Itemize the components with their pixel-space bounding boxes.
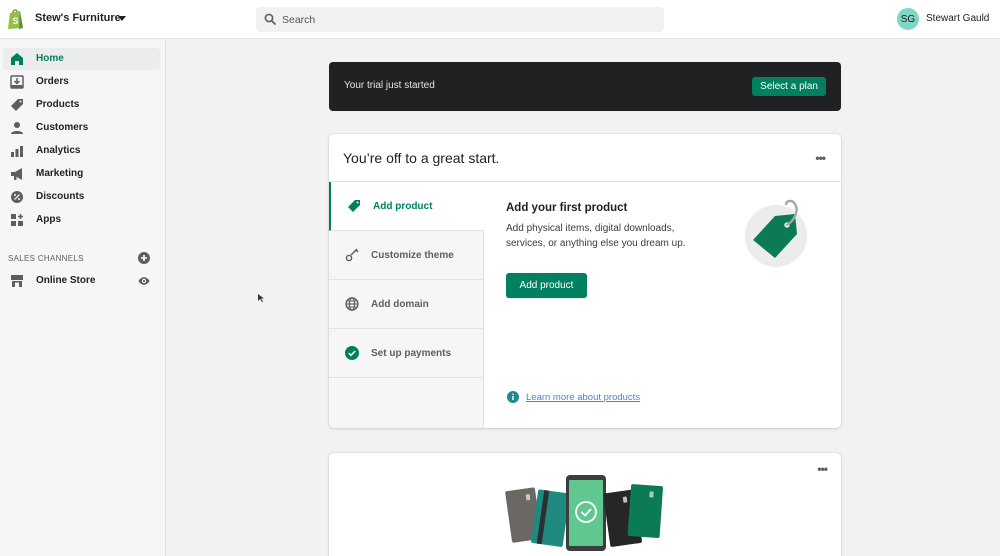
svg-text:S: S	[13, 16, 19, 26]
sidebar-item-label: Home	[36, 53, 64, 64]
sidebar-item-online-store[interactable]: Online Store	[3, 270, 160, 292]
select-plan-button[interactable]: Select a plan	[752, 77, 826, 96]
sales-channels-heading: SALES CHANNELS	[8, 254, 84, 263]
learn-more: Learn more about products	[507, 391, 640, 403]
search-input[interactable]	[282, 7, 652, 32]
learn-more-link[interactable]: Learn more about products	[526, 392, 640, 403]
sidebar-item-label: Online Store	[36, 275, 96, 286]
store-name[interactable]: Stew's Furniture	[35, 12, 121, 24]
mouse-cursor-icon	[258, 294, 264, 302]
add-sales-channel-icon[interactable]	[138, 252, 150, 264]
globe-icon	[345, 297, 359, 311]
step-label: Set up payments	[371, 348, 452, 359]
tag-icon	[348, 200, 360, 212]
sidebar-item-analytics[interactable]: Analytics	[3, 140, 160, 162]
person-icon	[11, 122, 23, 134]
bar-chart-icon	[11, 146, 23, 157]
sidebar-item-customers[interactable]: Customers	[3, 117, 160, 139]
step-set-up-payments[interactable]: Set up payments	[329, 329, 484, 378]
payment-cards-illustration	[505, 475, 663, 551]
sidebar-item-products[interactable]: Products	[3, 94, 160, 116]
more-actions-button[interactable]: •••	[815, 151, 826, 165]
trial-text: Your trial just started	[344, 80, 435, 91]
tag-icon	[11, 99, 23, 111]
add-product-button[interactable]: Add product	[506, 273, 587, 298]
sidebar-item-apps[interactable]: Apps	[3, 209, 160, 231]
info-icon	[507, 391, 519, 403]
search-icon	[264, 13, 276, 25]
step-label: Customize theme	[371, 250, 454, 261]
payments-card: •••	[329, 453, 841, 556]
search-bar[interactable]	[256, 7, 664, 32]
sidebar: Home Orders Products Customers Analytics…	[0, 40, 166, 556]
discount-icon	[11, 191, 23, 203]
orders-icon	[10, 75, 24, 89]
sidebar-item-home[interactable]: Home	[3, 48, 160, 70]
sidebar-item-label: Products	[36, 99, 80, 110]
sidebar-item-label: Analytics	[36, 145, 81, 156]
step-add-product[interactable]: Add product	[329, 182, 484, 231]
brush-icon	[345, 248, 359, 262]
setup-steps-list: Add product Customize theme Add domain S…	[329, 182, 484, 428]
sidebar-item-label: Customers	[36, 122, 89, 133]
sidebar-item-label: Apps	[36, 214, 61, 225]
chevron-down-icon[interactable]	[118, 16, 126, 21]
sidebar-item-discounts[interactable]: Discounts	[3, 186, 160, 208]
top-bar: S Stew's Furniture SG Stewart Gauld	[0, 0, 1000, 39]
sidebar-item-orders[interactable]: Orders	[3, 71, 160, 93]
user-name[interactable]: Stewart Gauld	[926, 13, 989, 24]
panel-title: Add your first product	[506, 202, 628, 214]
avatar[interactable]: SG	[897, 8, 919, 30]
sidebar-item-marketing[interactable]: Marketing	[3, 163, 160, 185]
step-label: Add domain	[371, 299, 429, 310]
sidebar-item-label: Orders	[36, 76, 69, 87]
shopify-logo-icon[interactable]: S	[7, 8, 25, 30]
panel-description: Add physical items, digital downloads, s…	[506, 223, 686, 249]
sidebar-item-label: Discounts	[36, 191, 85, 202]
product-tag-illustration	[745, 199, 807, 267]
apps-icon	[11, 214, 23, 226]
check-circle-icon	[345, 346, 359, 360]
store-icon	[11, 275, 23, 287]
trial-banner: Your trial just started Select a plan	[329, 62, 841, 111]
step-customize-theme[interactable]: Customize theme	[329, 231, 484, 280]
megaphone-icon	[11, 168, 22, 180]
step-label: Add product	[373, 201, 433, 212]
more-actions-button[interactable]: •••	[817, 462, 828, 476]
card-title: You’re off to a great start.	[343, 150, 500, 166]
step-add-domain[interactable]: Add domain	[329, 280, 484, 329]
home-icon	[11, 53, 23, 65]
setup-guide-card: You’re off to a great start. ••• Add pro…	[329, 134, 841, 428]
sidebar-item-label: Marketing	[36, 168, 84, 179]
eye-icon[interactable]	[138, 276, 150, 286]
